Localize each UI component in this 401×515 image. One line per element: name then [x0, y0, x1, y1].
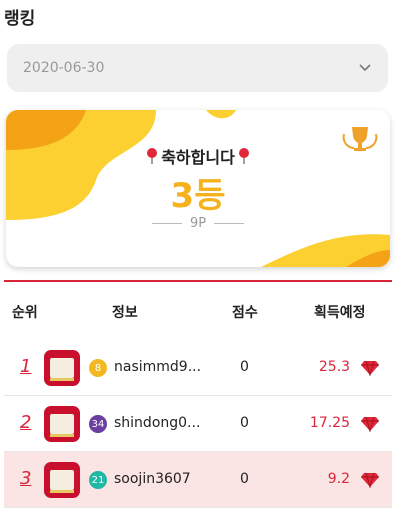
expected-reward: 25.3: [318, 359, 350, 375]
section-divider: [4, 280, 392, 282]
pin-icon: [145, 147, 159, 165]
chevron-down-icon: [358, 61, 372, 75]
table-header: 순위 정보 점수 획득예정: [4, 296, 392, 326]
level-badge: 8: [89, 359, 107, 377]
user-name: shindong0...: [114, 415, 201, 431]
rank-link[interactable]: 1: [20, 356, 31, 377]
user-name: soojin3607: [114, 471, 191, 487]
ruby-icon: [360, 416, 380, 433]
table-row[interactable]: 3 21 soojin3607 0 9.2: [4, 452, 392, 508]
expected-reward: 9.2: [327, 471, 350, 487]
ruby-icon: [360, 472, 380, 489]
page-title: 랭킹: [4, 9, 36, 29]
ruby-icon: [360, 360, 380, 377]
level-badge: 21: [89, 471, 107, 489]
rank-link[interactable]: 2: [20, 412, 31, 433]
user-score: 0: [240, 415, 249, 431]
header-info: 정보: [112, 305, 138, 321]
rank-link[interactable]: 3: [20, 468, 31, 489]
date-select-value: 2020-06-30: [23, 60, 105, 76]
points-row: 9P: [6, 216, 390, 231]
user-thumbnail: [44, 350, 80, 386]
date-select[interactable]: 2020-06-30: [7, 44, 388, 92]
level-badge: 34: [89, 415, 107, 433]
congrats-message: 축하합니다: [6, 144, 390, 168]
user-score: 0: [240, 471, 249, 487]
divider-left: [151, 223, 182, 224]
my-points: 9P: [189, 216, 207, 231]
table-row[interactable]: 2 34 shindong0... 0 17.25: [4, 396, 392, 452]
user-name: nasimmd9...: [114, 359, 202, 375]
user-score: 0: [240, 359, 249, 375]
user-thumbnail: [44, 406, 80, 442]
header-score: 점수: [232, 305, 258, 321]
result-card: 축하합니다 3등 9P: [6, 110, 390, 267]
pin-icon: [237, 147, 251, 165]
my-rank: 3등: [170, 176, 226, 216]
divider-right: [214, 223, 245, 224]
table-row[interactable]: 1 8 nasimmd9... 0 25.3: [4, 340, 392, 396]
header-expected: 획득예정: [314, 305, 366, 321]
user-thumbnail: [44, 462, 80, 498]
congrats-text: 축하합니다: [161, 148, 235, 167]
expected-reward: 17.25: [309, 415, 350, 431]
header-rank: 순위: [12, 305, 38, 321]
